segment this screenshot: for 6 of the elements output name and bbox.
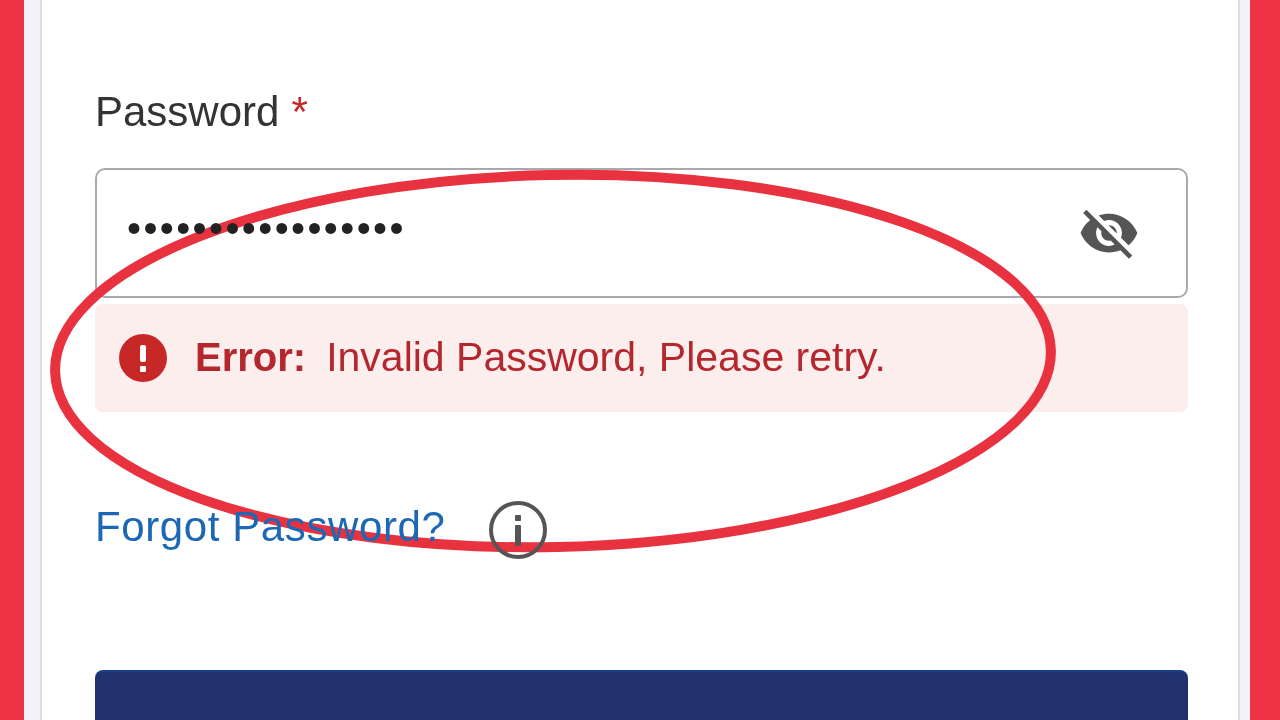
info-icon[interactable] (489, 501, 548, 560)
field-label: Password (95, 87, 280, 137)
alert-icon (119, 333, 167, 382)
error-message: Invalid Password, Please retry. (326, 334, 886, 382)
required-mark: * (291, 87, 308, 137)
error-title: Error: (195, 335, 307, 381)
